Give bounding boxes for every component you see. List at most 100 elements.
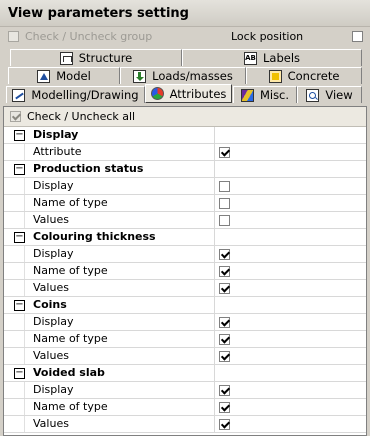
attributes-panel: Check / Uncheck all − Display Attribute − Pr…: [3, 106, 367, 436]
lock-position-checkbox[interactable]: [352, 31, 363, 42]
collapse-toggle-icon[interactable]: −: [14, 164, 25, 175]
property-checkbox[interactable]: [219, 181, 230, 192]
section-title: Voided slab: [33, 366, 105, 379]
property-label: Name of type: [33, 264, 108, 277]
column-divider: [214, 314, 215, 331]
collapse-toggle-icon[interactable]: −: [14, 300, 25, 311]
tab-misc-label: Misc.: [259, 88, 290, 102]
tree-guide-line: [24, 280, 25, 296]
tab-concrete[interactable]: Concrete: [246, 67, 362, 84]
model-icon: [37, 69, 51, 83]
check-all-checkbox[interactable]: [10, 111, 21, 122]
labels-icon: AB: [243, 51, 257, 65]
property-checkbox[interactable]: [219, 351, 230, 362]
tab-structure-label: Structure: [78, 51, 133, 65]
modelling-icon: [12, 88, 26, 102]
check-group-checkbox[interactable]: [8, 31, 19, 42]
lock-position-label: Lock position: [231, 30, 304, 43]
column-divider: [214, 280, 215, 297]
property-label: Name of type: [33, 400, 108, 413]
property-row: Name of type: [4, 331, 366, 348]
column-divider: [214, 144, 215, 161]
tree-guide-line: [24, 212, 25, 228]
view-parameters-window: View parameters setting Check / Uncheck …: [0, 0, 370, 436]
property-row: Name of type: [4, 399, 366, 416]
property-row: Display: [4, 314, 366, 331]
property-checkbox[interactable]: [219, 317, 230, 328]
property-checkbox[interactable]: [219, 266, 230, 277]
property-row: Name of type: [4, 195, 366, 212]
property-row: Values: [4, 348, 366, 365]
tab-concrete-label: Concrete: [287, 69, 340, 83]
tree-guide-line: [24, 178, 25, 194]
column-divider: [214, 331, 215, 348]
tree-guide-line: [24, 263, 25, 279]
concrete-icon: [268, 69, 282, 83]
tab-structure[interactable]: Structure: [10, 49, 182, 66]
view-icon: [306, 88, 320, 102]
property-label: Values: [33, 417, 69, 430]
collapse-toggle-icon[interactable]: −: [14, 130, 25, 141]
tab-modelling-drawing[interactable]: Modelling/Drawing: [6, 86, 145, 103]
tab-view[interactable]: View: [297, 86, 362, 103]
check-all-label: Check / Uncheck all: [27, 110, 136, 123]
column-divider: [214, 263, 215, 280]
property-checkbox[interactable]: [219, 419, 230, 430]
tab-labels[interactable]: AB Labels: [182, 49, 362, 66]
property-label: Values: [33, 281, 69, 294]
tab-labels-label: Labels: [262, 51, 300, 65]
structure-icon: [59, 51, 73, 65]
group-lock-row: Check / Uncheck group Lock position: [0, 28, 370, 47]
property-row: Attribute: [4, 144, 366, 161]
property-checkbox[interactable]: [219, 147, 230, 158]
collapse-toggle-icon[interactable]: −: [14, 232, 25, 243]
section-voided-slab: − Voided slab: [4, 365, 366, 382]
property-row: Name of type: [4, 263, 366, 280]
section-colouring-thickness: − Colouring thickness: [4, 229, 366, 246]
property-label: Values: [33, 213, 69, 226]
tree-guide-line: [24, 399, 25, 415]
property-label: Display: [33, 247, 74, 260]
property-row: Display: [4, 178, 366, 195]
tab-loads-label: Loads/masses: [152, 69, 233, 83]
section-title: Production status: [33, 162, 144, 175]
tree-guide-line: [24, 348, 25, 364]
property-checkbox[interactable]: [219, 198, 230, 209]
tab-misc[interactable]: Misc.: [233, 86, 297, 103]
property-row: Values: [4, 212, 366, 229]
column-divider: [214, 416, 215, 433]
tab-attributes[interactable]: Attributes: [145, 84, 232, 103]
misc-icon: [240, 88, 254, 102]
column-divider: [214, 195, 215, 212]
property-label: Display: [33, 179, 74, 192]
section-title: Coins: [33, 298, 67, 311]
tree-guide-line: [24, 144, 25, 160]
property-row: Display: [4, 382, 366, 399]
column-divider: [214, 297, 215, 314]
property-row: Values: [4, 280, 366, 297]
tree-guide-line: [24, 195, 25, 211]
tab-loads-masses[interactable]: Loads/masses: [120, 67, 246, 84]
tree-guide-line: [24, 331, 25, 347]
tree-guide-line: [24, 416, 25, 432]
column-divider: [214, 229, 215, 246]
property-row: Display: [4, 246, 366, 263]
property-checkbox[interactable]: [219, 249, 230, 260]
property-checkbox[interactable]: [219, 385, 230, 396]
property-checkbox[interactable]: [219, 283, 230, 294]
tree-guide-line: [24, 314, 25, 330]
tab-model-label: Model: [56, 69, 91, 83]
property-checkbox[interactable]: [219, 334, 230, 345]
property-label: Display: [33, 315, 74, 328]
column-divider: [214, 246, 215, 263]
property-checkbox[interactable]: [219, 215, 230, 226]
collapse-toggle-icon[interactable]: −: [14, 368, 25, 379]
section-display: − Display: [4, 127, 366, 144]
window-title: View parameters setting: [0, 0, 370, 27]
column-divider: [214, 365, 215, 382]
section-title: Colouring thickness: [33, 230, 156, 243]
tree-guide-line: [24, 246, 25, 262]
tab-model[interactable]: Model: [8, 67, 120, 84]
section-coins: − Coins: [4, 297, 366, 314]
property-checkbox[interactable]: [219, 402, 230, 413]
